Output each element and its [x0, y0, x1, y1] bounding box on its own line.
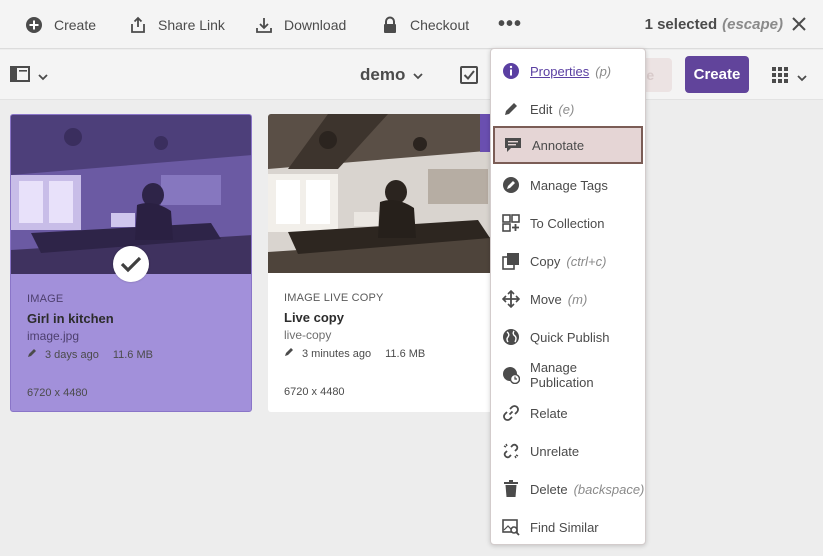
asset-size: 11.6 MB [112, 348, 153, 361]
menu-item-move[interactable]: Move (m) [493, 280, 643, 318]
asset-filename: live-copy [284, 328, 332, 342]
view-switcher[interactable] [771, 66, 807, 89]
create-action[interactable]: Create [24, 0, 96, 49]
menu-label: Find Similar [530, 519, 599, 535]
menu-item-manage-tags[interactable]: Manage Tags [493, 166, 643, 204]
trash-icon [501, 479, 521, 499]
move-icon [501, 289, 521, 309]
selection-info: 1 selected (escape) [645, 0, 783, 49]
info-icon [501, 61, 521, 81]
plus-circle-icon [24, 15, 44, 35]
menu-label: Annotate [532, 137, 585, 153]
menu-item-to-collection[interactable]: To Collection [493, 204, 643, 242]
action-bar: Create Share Link Download Checkout ••• … [0, 0, 823, 49]
folder-name: demo [360, 65, 406, 84]
menu-item-find-similar[interactable]: Find Similar [493, 508, 643, 546]
folder-breadcrumb[interactable]: demo [360, 50, 423, 100]
menu-item-annotate[interactable]: Annotate [493, 126, 643, 164]
checkout-action[interactable]: Checkout [380, 0, 469, 49]
more-icon: ••• [498, 13, 523, 35]
menu-label: Unrelate [530, 443, 580, 459]
menu-label: Delete [530, 481, 568, 497]
more-actions-menu: Properties (p) Edit (e) Annotate Manage … [490, 48, 646, 545]
menu-label: Manage Tags [530, 177, 608, 193]
unlink-icon [501, 441, 521, 461]
checkout-label: Checkout [410, 16, 470, 33]
menu-shortcut: (e) [558, 101, 575, 117]
chevron-down-icon [413, 65, 423, 85]
menu-item-delete[interactable]: Delete (backspace) [493, 470, 645, 508]
share-link-label: Share Link [158, 16, 225, 33]
create-button[interactable]: Create [685, 56, 749, 93]
menu-item-properties[interactable]: Properties (p) [493, 52, 643, 90]
pencil-icon [501, 99, 521, 119]
chevron-down-icon [797, 69, 807, 87]
pencil-icon [27, 348, 37, 361]
grid-view-icon [771, 66, 789, 89]
asset-meta: IMAGE LIVE COPY Live copy live-copy 3 mi… [284, 292, 500, 398]
lock-icon [380, 15, 400, 35]
menu-shortcut: (ctrl+c) [566, 253, 607, 269]
create-action-label: Create [54, 16, 97, 33]
globe-icon [501, 327, 521, 347]
asset-modified: 3 days ago [45, 348, 99, 361]
asset-card[interactable]: IMAGE Girl in kitchen image.jpg 3 days a… [10, 114, 252, 412]
selected-check-icon[interactable] [113, 246, 149, 282]
selected-count: 1 selected [644, 16, 718, 33]
copy-icon [501, 251, 521, 271]
asset-type: IMAGE [27, 293, 64, 305]
download-action[interactable]: Download [254, 0, 346, 49]
share-link-action[interactable]: Share Link [128, 0, 225, 49]
menu-item-quick-publish[interactable]: Quick Publish [493, 318, 643, 356]
find-similar-icon [501, 517, 521, 537]
select-all-checkbox[interactable] [460, 66, 478, 84]
asset-title: Live copy [284, 310, 344, 325]
escape-hint: (escape) [722, 16, 783, 33]
asset-meta: IMAGE Girl in kitchen image.jpg 3 days a… [27, 293, 241, 399]
menu-item-manage-publication[interactable]: Manage Publication [493, 356, 643, 394]
asset-dimensions: 6720 x 4480 [27, 387, 88, 399]
chevron-down-icon [38, 68, 48, 86]
asset-thumbnail [268, 114, 510, 273]
rail-toggle-button[interactable] [10, 66, 48, 87]
download-label: Download [284, 16, 347, 33]
menu-label: Move [530, 291, 562, 307]
share-icon [128, 15, 148, 35]
asset-modified: 3 minutes ago [302, 347, 372, 360]
asset-type: IMAGE LIVE COPY [284, 292, 384, 304]
menu-label: Properties [530, 63, 590, 79]
rail-icon [10, 66, 30, 87]
menu-label: Quick Publish [530, 329, 610, 345]
more-actions-button[interactable]: ••• [498, 0, 522, 49]
menu-label: To Collection [530, 215, 605, 231]
asset-dimensions: 6720 x 4480 [284, 386, 345, 398]
asset-info: 3 minutes ago 11.6 MB [284, 347, 500, 360]
asset-info: 3 days ago 11.6 MB [27, 348, 241, 361]
menu-shortcut: (p) [595, 63, 612, 79]
link-icon [501, 403, 521, 423]
asset-card[interactable]: New IMAGE LIVE COPY Live copy live-copy … [268, 114, 510, 412]
annotate-icon [503, 135, 523, 155]
collection-icon [501, 213, 521, 233]
menu-shortcut: (m) [567, 291, 588, 307]
menu-item-relate[interactable]: Relate [493, 394, 643, 432]
menu-label: Edit [530, 101, 553, 117]
tag-icon [501, 175, 521, 195]
menu-label: Copy [530, 253, 561, 269]
asset-filename: image.jpg [27, 329, 80, 343]
menu-item-unrelate[interactable]: Unrelate [493, 432, 643, 470]
asset-title: Girl in kitchen [27, 311, 114, 326]
menu-label: Manage Publication [530, 360, 594, 390]
asset-size: 11.6 MB [385, 347, 426, 360]
globe-clock-icon [501, 365, 521, 385]
menu-label: Relate [530, 405, 568, 421]
download-icon [254, 15, 274, 35]
menu-shortcut: (backspace) [573, 481, 645, 497]
menu-item-copy[interactable]: Copy (ctrl+c) [493, 242, 643, 280]
close-icon[interactable] [789, 14, 809, 34]
pencil-icon [284, 347, 294, 360]
menu-item-edit[interactable]: Edit (e) [493, 90, 643, 128]
